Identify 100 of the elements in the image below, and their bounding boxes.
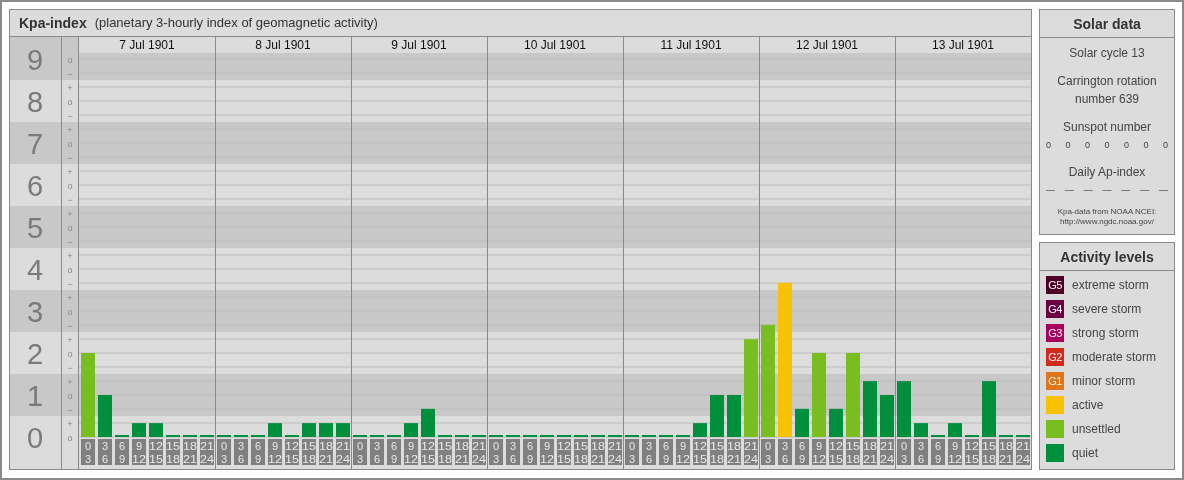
sunspot-value: 0 <box>1162 139 1168 152</box>
time-slot-label: 21 24 <box>744 439 758 465</box>
sublevel-label: o <box>67 348 73 359</box>
level-label: extreme storm <box>1072 277 1149 294</box>
level-label: strong storm <box>1072 325 1139 342</box>
carrington-rotation: Carrington rotation number 639 <box>1056 73 1158 108</box>
chart-subtitle: (planetary 3-hourly index of geomagnetic activity) <box>94 14 378 33</box>
time-slot-label: 3 6 <box>370 439 384 465</box>
sublevel-label: − <box>67 320 73 331</box>
time-slot-label: 9 12 <box>540 439 554 465</box>
time-slot-label: 15 18 <box>438 439 452 465</box>
sublevel-label: + <box>67 124 73 135</box>
time-slot-label: 3 6 <box>506 439 520 465</box>
level-swatch: G4 <box>1046 300 1064 318</box>
date-label: 8 Jul 1901 <box>255 38 311 52</box>
level-label: unsettled <box>1072 421 1121 438</box>
time-slot-label: 15 18 <box>846 439 860 465</box>
sublevel-label: + <box>67 250 73 261</box>
kp-level-label: 1 <box>26 380 44 412</box>
sublevel-label: − <box>67 404 73 415</box>
sublevel-label: o <box>67 264 73 275</box>
time-slot-label: 9 12 <box>268 439 282 465</box>
time-slot-label: 12 15 <box>965 439 979 465</box>
time-slot-label: 21 24 <box>200 439 214 465</box>
kp-level-label: 3 <box>26 296 44 328</box>
time-slot-label: 15 18 <box>166 439 180 465</box>
time-slot-label: 0 3 <box>353 439 367 465</box>
time-slot-label: 18 21 <box>183 439 197 465</box>
sublevel-label: + <box>67 82 73 93</box>
time-slot-label: 21 24 <box>336 439 350 465</box>
kp-level-label: 0 <box>26 422 44 454</box>
time-slot-label: 9 12 <box>948 439 962 465</box>
ap-index-value: — <box>1083 183 1093 197</box>
sunspot-value: 0 <box>1143 139 1149 152</box>
time-slot-label: 12 15 <box>829 439 843 465</box>
sunspot-value: 0 <box>1123 139 1129 152</box>
sublevel-label: + <box>67 292 73 303</box>
ap-index-value: — <box>1102 183 1112 197</box>
kp-level-label: 4 <box>26 254 44 286</box>
sublevel-label: − <box>67 194 73 205</box>
sublevel-label: − <box>67 152 73 163</box>
ap-index-title: Daily Ap-index <box>1068 163 1146 181</box>
time-slot-label: 3 6 <box>642 439 656 465</box>
time-slot-label: 15 18 <box>302 439 316 465</box>
sublevel-label: − <box>67 362 73 373</box>
time-slot-label: 18 21 <box>455 439 469 465</box>
level-label: moderate storm <box>1072 349 1157 366</box>
sunspot-value: 0 <box>1046 139 1051 152</box>
kp-level-label: 9 <box>26 44 44 76</box>
sublevel-label: + <box>67 376 73 387</box>
date-label: 13 Jul 1901 <box>931 38 995 52</box>
kp-level-label: 5 <box>26 212 44 244</box>
level-swatch: G3 <box>1046 324 1064 342</box>
time-slot-label: 12 15 <box>421 439 435 465</box>
time-slot-label: 9 12 <box>812 439 826 465</box>
time-slot-label: 3 6 <box>98 439 112 465</box>
time-slot-label: 18 21 <box>319 439 333 465</box>
time-slot-label: 0 3 <box>625 439 639 465</box>
date-label: 10 Jul 1901 <box>523 38 587 52</box>
time-slot-label: 18 21 <box>591 439 605 465</box>
sublevel-label: + <box>67 418 73 429</box>
sublevel-label: o <box>67 180 73 191</box>
time-slot-label: 15 18 <box>574 439 588 465</box>
time-slot-label: 0 3 <box>761 439 775 465</box>
panel-title: Solar data <box>1040 10 1174 38</box>
date-label: 11 Jul 1901 <box>660 38 722 52</box>
time-slot-label: 6 9 <box>115 439 129 465</box>
time-slot-label: 6 9 <box>387 439 401 465</box>
solar-cycle: Solar cycle 13 <box>1069 45 1145 62</box>
sublevel-label: − <box>67 110 73 121</box>
sublevel-label: + <box>67 208 73 219</box>
time-slot-label: 0 3 <box>489 439 503 465</box>
time-slot-label: 3 6 <box>914 439 928 465</box>
level-label: quiet <box>1072 445 1099 462</box>
ap-index-value: — <box>1158 183 1168 197</box>
sunspot-value: 0 <box>1104 139 1110 152</box>
sublevel-label: − <box>67 68 73 79</box>
ap-index-value: — <box>1140 183 1150 197</box>
time-slot-label: 3 6 <box>234 439 248 465</box>
sublevel-label: o <box>67 96 73 107</box>
time-slot-label: 12 15 <box>149 439 163 465</box>
panel-title: Activity levels <box>1040 243 1174 271</box>
level-swatch: G5 <box>1046 276 1064 294</box>
date-label: 9 Jul 1901 <box>391 38 447 52</box>
time-slot-label: 12 15 <box>693 439 707 465</box>
sunspot-value: 0 <box>1084 139 1090 152</box>
time-slot-label: 21 24 <box>472 439 486 465</box>
time-slot-label: 21 24 <box>1016 439 1030 465</box>
time-slot-label: 18 21 <box>727 439 741 465</box>
level-label: active <box>1072 397 1104 414</box>
level-swatch: G1 <box>1046 372 1064 390</box>
time-slot-label: 0 3 <box>897 439 911 465</box>
time-slot-label: 21 24 <box>608 439 622 465</box>
sunspot-title: Sunspot number <box>1062 119 1152 136</box>
time-slot-label: 6 9 <box>795 439 809 465</box>
sublevel-label: + <box>67 334 73 345</box>
sublevel-label: o <box>67 432 73 443</box>
time-slot-label: 12 15 <box>285 439 299 465</box>
time-slot-label: 12 15 <box>557 439 571 465</box>
time-slot-label: 15 18 <box>710 439 724 465</box>
